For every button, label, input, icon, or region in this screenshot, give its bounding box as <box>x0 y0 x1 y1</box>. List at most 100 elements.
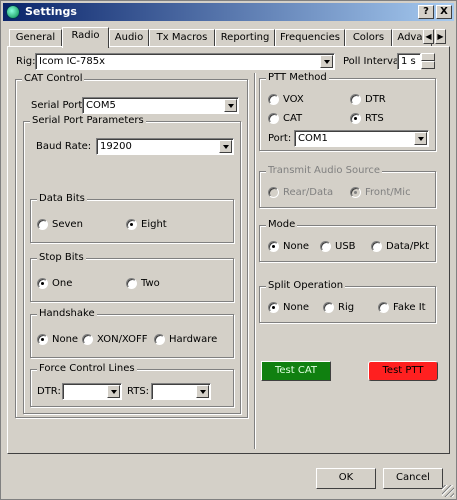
radio-icon <box>323 302 334 313</box>
radio-icon <box>371 241 382 252</box>
cat-control-group: CAT Control Serial Port: COM5 Serial Por… <box>15 73 248 418</box>
tab-reporting[interactable]: Reporting <box>215 29 275 47</box>
radio-label: Rig <box>338 302 355 313</box>
radio-label: Data/Pkt <box>386 241 429 252</box>
rig-label: Rig: <box>16 56 36 67</box>
poll-interval-spinner[interactable] <box>421 53 435 70</box>
serial-port-parameters-group: Serial Port Parameters Baud Rate: 19200 … <box>23 115 241 414</box>
radio-icon <box>126 278 137 289</box>
data-bits-group: Data Bits Seven Eight <box>30 193 234 243</box>
radio-label: None <box>283 241 310 252</box>
radio-label: Front/Mic <box>365 187 411 198</box>
ptt-port-value: COM1 <box>298 133 328 144</box>
baud-rate-label: Baud Rate: <box>36 141 92 152</box>
radio-label: Fake It <box>393 302 426 313</box>
settings-window: Settings ? X General Radio Audio Tx Macr… <box>0 0 457 500</box>
serial-port-label: Serial Port: <box>31 100 86 111</box>
stop-bits-group: Stop Bits One Two <box>30 252 234 302</box>
close-button[interactable]: X <box>436 5 452 19</box>
radio-icon <box>37 278 48 289</box>
force-control-lines-title: Force Control Lines <box>37 363 137 374</box>
ptt-port-select[interactable]: COM1 <box>294 130 429 147</box>
serial-port-value: COM5 <box>86 100 116 111</box>
test-cat-button[interactable]: Test CAT <box>261 361 331 381</box>
serial-port-parameters-title: Serial Port Parameters <box>30 115 146 126</box>
poll-interval-value: 1 s <box>401 56 416 67</box>
rts-label: RTS: <box>127 386 150 397</box>
transmit-audio-source-title: Transmit Audio Source <box>266 165 382 176</box>
tab-scroll-right-icon[interactable]: ▶ <box>435 29 446 44</box>
tab-general[interactable]: General <box>9 29 62 47</box>
radio-label: Seven <box>52 219 83 230</box>
tab-bar: General Radio Audio Tx Macros Reporting … <box>5 27 446 48</box>
tab-audio[interactable]: Audio <box>109 29 149 47</box>
radio-icon <box>126 219 137 230</box>
cancel-button[interactable]: Cancel <box>383 468 443 489</box>
dtr-label: DTR: <box>37 386 61 397</box>
radio-label: USB <box>335 241 356 252</box>
tab-tx-macros[interactable]: Tx Macros <box>149 29 215 47</box>
handshake-title: Handshake <box>37 308 97 319</box>
radio-label: Eight <box>141 219 167 230</box>
spin-down-icon[interactable] <box>421 61 435 69</box>
tab-radio[interactable]: Radio <box>62 27 109 48</box>
stop-bits-title: Stop Bits <box>37 252 86 263</box>
radio-label: None <box>52 334 79 345</box>
serial-port-select[interactable]: COM5 <box>82 97 239 114</box>
ok-button[interactable]: OK <box>316 468 376 489</box>
test-ptt-button[interactable]: Test PTT <box>368 361 438 381</box>
tab-scroll-left-icon[interactable]: ◀ <box>423 29 434 44</box>
split-operation-group: Split Operation None Rig Fake It <box>259 280 436 323</box>
baud-rate-select[interactable]: 19200 <box>96 138 234 155</box>
poll-interval-label: Poll Interval: <box>343 56 406 67</box>
resize-grip-icon[interactable] <box>442 485 454 497</box>
rig-value: Icom IC-785x <box>39 56 106 67</box>
dropdown-arrow-icon[interactable] <box>320 55 333 68</box>
mode-title: Mode <box>266 219 298 230</box>
rts-select[interactable] <box>151 383 211 400</box>
radio-tab-panel: Rig: Icom IC-785x Poll Interval: 1 s CAT… <box>7 46 450 454</box>
split-operation-title: Split Operation <box>266 280 346 291</box>
rig-select[interactable]: Icom IC-785x <box>35 53 335 70</box>
radio-icon <box>268 187 279 198</box>
dropdown-arrow-icon[interactable] <box>107 385 120 398</box>
spin-up-icon[interactable] <box>421 53 435 61</box>
radio-label: CAT <box>283 113 303 124</box>
title-bar[interactable]: Settings ? X <box>3 3 454 21</box>
radio-label: One <box>52 278 73 289</box>
handshake-group: Handshake None XON/XOFF Hardware <box>30 308 234 358</box>
ptt-method-title: PTT Method <box>266 72 329 83</box>
radio-label: RTS <box>365 113 384 124</box>
radio-label: VOX <box>283 94 304 105</box>
radio-label: XON/XOFF <box>97 334 148 345</box>
dropdown-arrow-icon[interactable] <box>414 132 427 145</box>
radio-icon <box>378 302 389 313</box>
radio-label: DTR <box>365 94 386 105</box>
column-divider <box>254 73 256 449</box>
force-control-lines-group: Force Control Lines DTR: RTS: <box>30 363 234 407</box>
data-bits-title: Data Bits <box>37 193 87 204</box>
radio-icon <box>268 302 279 313</box>
transmit-audio-source-group: Transmit Audio Source Rear/Data Front/Mi… <box>259 165 436 208</box>
tab-colors[interactable]: Colors <box>345 29 392 47</box>
mode-group: Mode None USB Data/Pkt <box>259 219 436 262</box>
radio-icon <box>154 334 165 345</box>
dropdown-arrow-icon[interactable] <box>219 140 232 153</box>
radio-icon <box>82 334 93 345</box>
dropdown-arrow-icon[interactable] <box>224 99 237 112</box>
radio-icon <box>37 334 48 345</box>
radio-icon <box>350 113 361 124</box>
tab-frequencies[interactable]: Frequencies <box>275 29 345 47</box>
dtr-select[interactable] <box>62 383 122 400</box>
poll-interval-input[interactable]: 1 s <box>397 53 421 70</box>
window-title: Settings <box>25 5 77 18</box>
help-button[interactable]: ? <box>418 5 434 19</box>
ptt-method-group: PTT Method VOX DTR CAT RTS Port: COM1 <box>259 72 436 151</box>
app-icon <box>6 5 20 19</box>
dropdown-arrow-icon[interactable] <box>196 385 209 398</box>
radio-label: None <box>283 302 310 313</box>
radio-label: Two <box>141 278 160 289</box>
radio-icon <box>320 241 331 252</box>
radio-icon <box>268 241 279 252</box>
radio-icon <box>268 94 279 105</box>
